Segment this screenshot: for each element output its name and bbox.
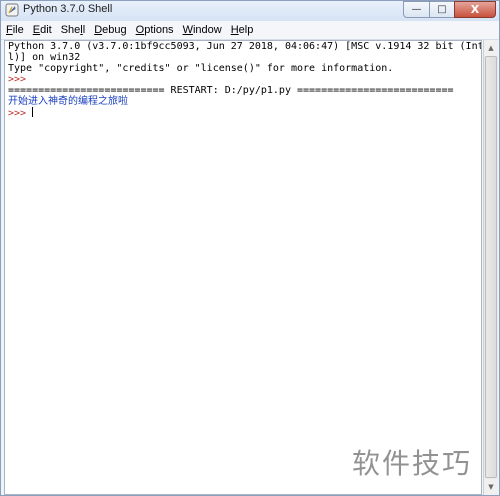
vertical-scrollbar[interactable]: ▲ ▼ xyxy=(483,40,498,495)
menu-debug-accel: D xyxy=(94,24,103,36)
menu-debug[interactable]: Debug xyxy=(90,24,130,36)
menu-window-rest: indow xyxy=(192,24,222,36)
banner-line-3: Type "copyright", "credits" or "license(… xyxy=(8,63,394,74)
menu-file-accel: F xyxy=(6,24,13,36)
menu-window-accel: W xyxy=(182,24,193,36)
scroll-down-button[interactable]: ▼ xyxy=(484,479,498,495)
menu-edit[interactable]: Edit xyxy=(29,24,56,36)
maximize-button[interactable]: □ xyxy=(429,1,454,18)
window-title: Python 3.7.0 Shell xyxy=(23,3,113,15)
prompt-line-1: >>> xyxy=(8,74,33,85)
menu-file[interactable]: File xyxy=(2,24,28,36)
python-feather-icon xyxy=(5,3,19,17)
active-prompt: >>> xyxy=(8,108,33,119)
menu-window[interactable]: Window xyxy=(179,24,226,36)
menu-help-accel: H xyxy=(230,24,239,36)
restart-line: ========================== RESTART: D:/p… xyxy=(8,85,454,96)
minimize-button[interactable]: — xyxy=(403,1,429,18)
close-icon: X xyxy=(470,3,480,16)
menu-shell-pre: She xyxy=(60,24,81,36)
active-prompt-line[interactable]: >>> xyxy=(5,107,481,119)
watermark: 软件技巧 xyxy=(352,447,473,480)
menu-edit-accel: E xyxy=(32,24,41,36)
menu-shell[interactable]: Shell xyxy=(57,24,89,36)
shell-text-area[interactable]: Python 3.7.0 (v3.7.0:1bf9cc5093, Jun 27 … xyxy=(4,40,482,495)
menu-help-rest: elp xyxy=(238,24,254,36)
banner-line-1: Python 3.7.0 (v3.7.0:1bf9cc5093, Jun 27 … xyxy=(8,41,482,52)
scroll-up-button[interactable]: ▲ xyxy=(484,40,498,56)
menu-options-rest: ptions xyxy=(144,24,174,36)
menu-options-accel: O xyxy=(135,24,145,36)
window-controls: — □ X xyxy=(403,1,496,19)
menu-bar: File Edit Shell Debug Options Window Hel… xyxy=(1,21,499,40)
title-bar[interactable]: Python 3.7.0 Shell — □ X xyxy=(1,1,499,21)
idle-shell-window: Python 3.7.0 Shell — □ X File Edit Shell… xyxy=(0,0,500,496)
menu-shell-post: l xyxy=(82,24,86,36)
menu-file-rest: ile xyxy=(12,24,24,36)
scroll-thumb[interactable] xyxy=(485,56,497,478)
menu-debug-rest: ebug xyxy=(102,24,127,36)
banner-line-2: l)] on win32 xyxy=(8,52,81,63)
menu-edit-rest: dit xyxy=(40,24,52,36)
menu-help[interactable]: Help xyxy=(227,24,258,36)
text-cursor xyxy=(32,107,34,117)
program-output-line: 开始进入神奇的编程之旅啦 xyxy=(8,96,128,107)
arrow-down-icon: ▼ xyxy=(488,483,494,491)
menu-options[interactable]: Options xyxy=(132,24,178,36)
maximize-icon: □ xyxy=(437,4,447,15)
arrow-up-icon: ▲ xyxy=(488,44,494,52)
close-button[interactable]: X xyxy=(454,1,496,18)
minimize-icon: — xyxy=(411,4,422,15)
